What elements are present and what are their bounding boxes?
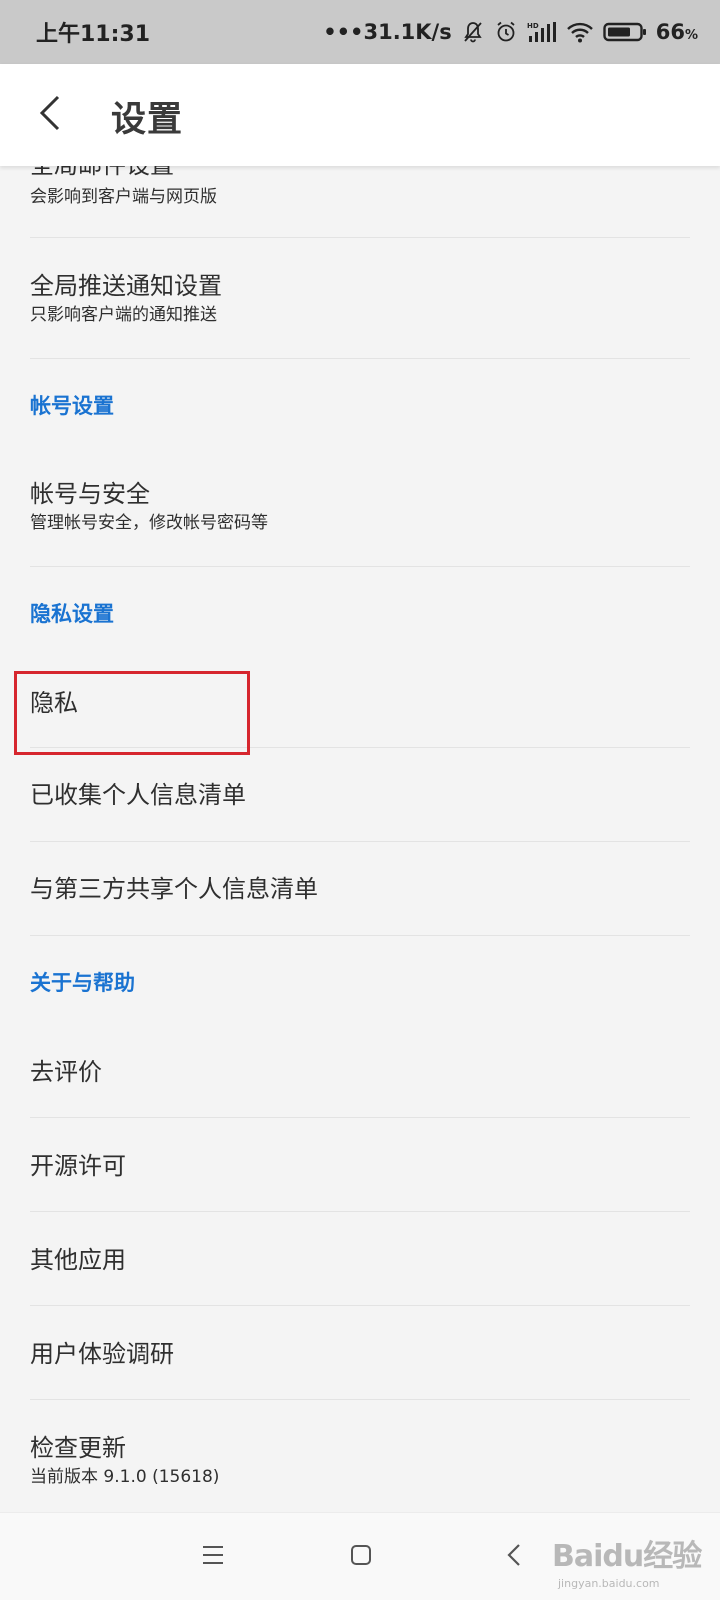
status-bar: 上午11:31 •••31.1K/s HD 66% (0, 0, 720, 64)
home-button[interactable] (343, 1539, 379, 1575)
list-item-title: 去评价 (30, 1058, 102, 1086)
watermark: Baidu经验 jingyan.baidu.com (550, 1527, 710, 1593)
list-item-account-security[interactable]: 帐号与安全 管理帐号安全，修改帐号密码等 (30, 446, 690, 567)
section-header-privacy: 隐私设置 (30, 602, 114, 626)
list-item-title: 与第三方共享个人信息清单 (30, 875, 318, 903)
list-item-rate[interactable]: 去评价 (30, 1024, 690, 1118)
list-item-global-mail-settings[interactable]: 全局邮件设置 会影响到客户端与网页版 (30, 166, 690, 238)
title-bar: 设置 (0, 64, 720, 166)
chevron-left-icon (37, 93, 63, 137)
back-icon (505, 1542, 523, 1572)
home-icon (349, 1543, 373, 1571)
status-indicators: •••31.1K/s HD 66% (323, 20, 698, 44)
back-button[interactable] (30, 92, 70, 138)
list-item-privacy[interactable]: 隐私 (30, 654, 690, 748)
list-item-subtitle: 当前版本 9.1.0 (15618) (30, 1467, 220, 1487)
svg-text:HD: HD (527, 22, 539, 30)
page-title: 设置 (111, 100, 184, 140)
list-item-title: 开源许可 (30, 1152, 126, 1180)
status-time: 上午11:31 (36, 22, 151, 47)
list-item-title: 全局邮件设置 (30, 166, 690, 180)
list-item-other-apps[interactable]: 其他应用 (30, 1212, 690, 1306)
list-item-title: 帐号与安全 (30, 480, 150, 508)
section-header-about: 关于与帮助 (30, 971, 135, 995)
alarm-icon (494, 20, 518, 44)
list-item-subtitle: 只影响客户端的通知推送 (30, 305, 217, 325)
list-item-title: 用户体验调研 (30, 1340, 174, 1368)
list-item-shared-info[interactable]: 与第三方共享个人信息清单 (30, 842, 690, 936)
list-item-ux-research[interactable]: 用户体验调研 (30, 1306, 690, 1400)
hd-signal-icon: HD (527, 20, 557, 44)
mute-bell-icon (461, 20, 485, 44)
list-item-subtitle: 会影响到客户端与网页版 (30, 187, 217, 207)
navigation-bar: Baidu经验 jingyan.baidu.com (0, 1512, 720, 1600)
watermark-sub: jingyan.baidu.com (558, 1577, 660, 1590)
list-item-title: 其他应用 (30, 1246, 126, 1274)
list-item-title: 全局推送通知设置 (30, 272, 222, 300)
network-speed: •••31.1K/s (323, 20, 452, 44)
battery-percent: 66% (655, 20, 698, 44)
wifi-icon (566, 20, 594, 44)
list-item-title: 已收集个人信息清单 (30, 781, 246, 809)
list-item-title: 隐私 (30, 689, 78, 717)
list-item-open-source[interactable]: 开源许可 (30, 1118, 690, 1212)
list-item-title: 检查更新 (30, 1434, 126, 1462)
menu-icon (200, 1544, 226, 1570)
nav-back-button[interactable] (496, 1539, 532, 1575)
list-item-subtitle: 管理帐号安全，修改帐号密码等 (30, 513, 268, 533)
battery-icon (603, 20, 647, 44)
settings-list: 全局邮件设置 会影响到客户端与网页版 全局推送通知设置 只影响客户端的通知推送 … (0, 166, 720, 1512)
watermark-main: Baidu经验 (552, 1539, 702, 1574)
list-item-check-update[interactable]: 检查更新 当前版本 9.1.0 (15618) (30, 1400, 690, 1512)
list-item-collected-info[interactable]: 已收集个人信息清单 (30, 748, 690, 842)
section-header-account: 帐号设置 (30, 394, 114, 418)
list-item-global-push-settings[interactable]: 全局推送通知设置 只影响客户端的通知推送 (30, 238, 690, 359)
menu-button[interactable] (195, 1539, 231, 1575)
